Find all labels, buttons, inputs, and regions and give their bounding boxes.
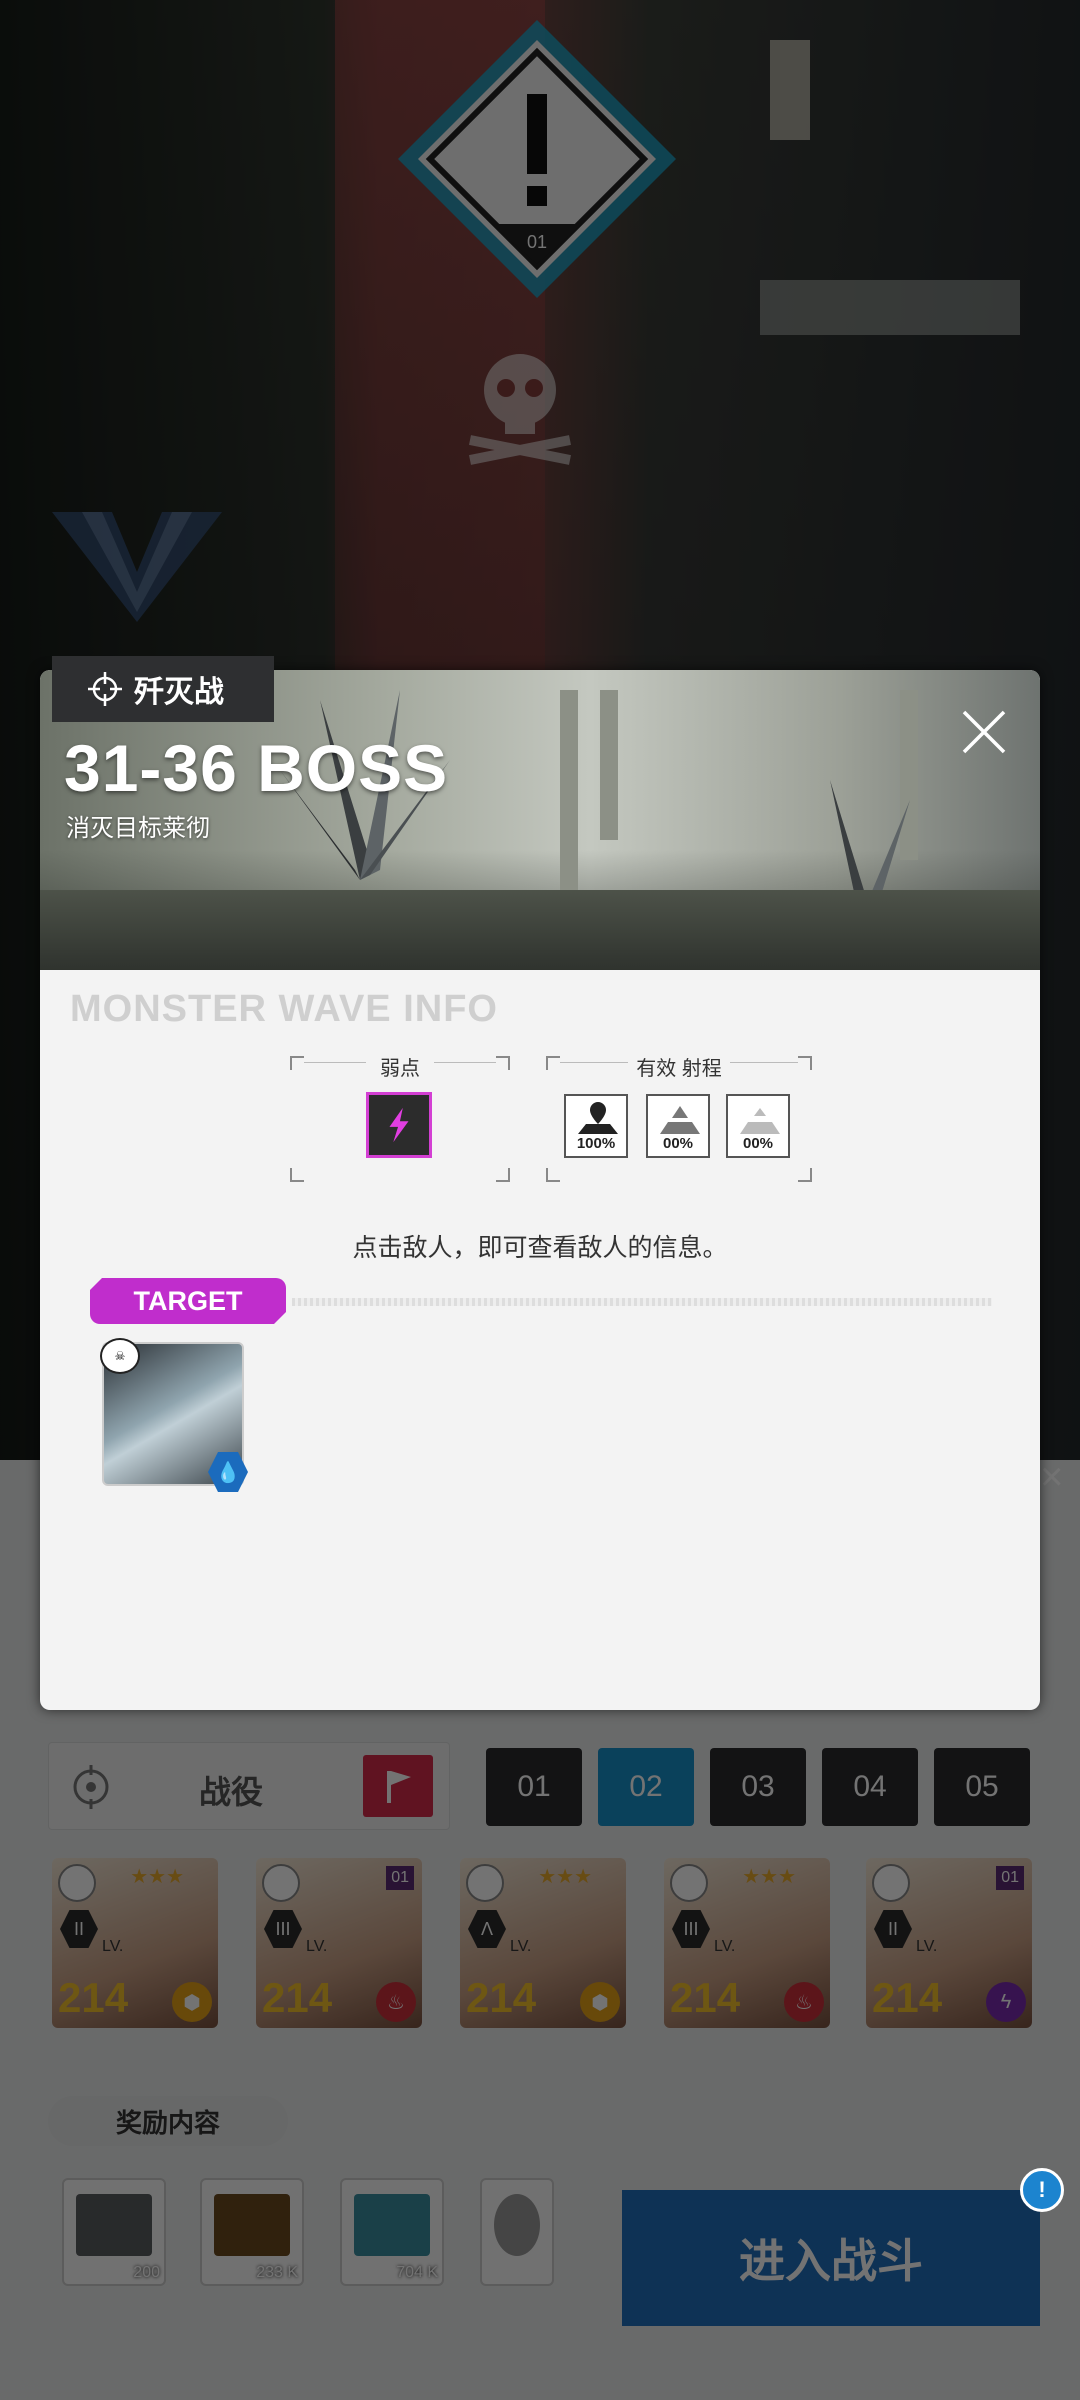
range-box: 有效 射程 100% 00% 00% <box>546 1056 812 1182</box>
reward-item-1[interactable]: 200 <box>62 2178 166 2286</box>
ruin-tower <box>600 690 618 840</box>
range-far-percent: 00% <box>742 1135 774 1152</box>
alert-icon: ! <box>1020 2168 1064 2212</box>
lv-label: LV. <box>714 1938 736 1955</box>
rank-badge: II <box>874 1910 912 1948</box>
weakness-box: 弱点 <box>290 1056 510 1182</box>
star-rating: ★★★ <box>538 1866 592 1888</box>
v-logo-icon <box>52 512 222 622</box>
battle-type-label: 歼灭战 <box>134 676 224 709</box>
lightning-icon <box>366 1092 432 1158</box>
crosshair-icon <box>73 1765 109 1809</box>
battle-type-tag: 歼灭战 <box>52 656 274 722</box>
character-level: 214 <box>262 1974 333 2021</box>
background-sign <box>770 40 810 140</box>
lv-label: LV. <box>916 1938 938 1955</box>
range-mid-icon: 00% <box>646 1094 710 1158</box>
rank-badge: III <box>264 1910 302 1948</box>
background-panel <box>760 280 1020 335</box>
character-card-3[interactable]: ★★★ Λ LV. 214 ⬢ <box>460 1858 626 2028</box>
lightning-icon: ϟ <box>986 1982 1026 2022</box>
boss-skull-icon: ☠ <box>100 1338 140 1374</box>
warning-icon: 01 <box>398 20 676 298</box>
character-card-5[interactable]: 01 II LV. 214 ϟ <box>866 1858 1032 2028</box>
class-icon <box>466 1864 504 1902</box>
character-card-1[interactable]: ★★★ II LV. 214 ⬢ <box>52 1858 218 2028</box>
banner-ground <box>40 890 1040 970</box>
battle-data-icon <box>354 2194 430 2256</box>
campaign-label: 战役 <box>199 1774 264 1810</box>
character-level: 214 <box>670 1974 741 2021</box>
weakness-label: 弱点 <box>380 1058 420 1080</box>
reward-count: 200 <box>133 2264 160 2281</box>
lv-label: LV. <box>510 1938 532 1955</box>
close-icon[interactable] <box>958 706 1010 758</box>
wave-tab-02[interactable]: 02 <box>598 1748 694 1826</box>
character-level: 214 <box>466 1974 537 2021</box>
stage-title: 31-36 BOSS <box>64 731 449 805</box>
lv-label: LV. <box>306 1938 328 1955</box>
rank-badge: III <box>672 1910 710 1948</box>
side-close-icon[interactable]: × <box>1040 1455 1080 1515</box>
element-icon: ⬢ <box>172 1982 212 2022</box>
wave-tab-03[interactable]: 03 <box>710 1748 806 1826</box>
range-near-icon: 100% <box>564 1094 628 1158</box>
reward-count: 233 K <box>256 2264 298 2281</box>
enemy-info-hint: 点击敌人，即可查看敌人的信息。 <box>352 1234 728 1262</box>
wave-tab-05[interactable]: 05 <box>934 1748 1030 1826</box>
range-far-icon: 00% <box>726 1094 790 1158</box>
ruin-tower <box>560 690 578 890</box>
warning-number: 01 <box>527 232 547 252</box>
reward-item-2[interactable]: 233 K <box>200 2178 304 2286</box>
crosshair-icon <box>88 672 122 706</box>
character-card-4[interactable]: ★★★ III LV. 214 ♨ <box>664 1858 830 2028</box>
rank-badge: II <box>60 1910 98 1948</box>
fire-icon: ♨ <box>784 1982 824 2022</box>
star-rating: ★★★ <box>130 1866 184 1888</box>
enemy-boss-card[interactable]: ☠ 💧 <box>100 1338 248 1492</box>
stage-subtitle: 消灭目标莱彻 <box>66 815 210 842</box>
class-icon <box>872 1864 910 1902</box>
target-divider <box>292 1298 992 1306</box>
reward-item-4[interactable] <box>480 2178 554 2286</box>
flag-icon <box>387 1771 411 1803</box>
reward-section-label: 奖励内容 <box>48 2096 288 2146</box>
flag-button[interactable] <box>363 1755 433 1817</box>
class-icon <box>670 1864 708 1902</box>
reward-count: 704 K <box>396 2264 438 2281</box>
character-badge: 01 <box>996 1866 1024 1890</box>
class-icon <box>58 1864 96 1902</box>
character-level: 214 <box>872 1974 943 2021</box>
range-label: 有效 射程 <box>636 1058 722 1080</box>
wave-tab-01[interactable]: 01 <box>486 1748 582 1826</box>
monster-wave-dialog: 31-36 BOSS 消灭目标莱彻 MONSTER WAVE INFO 弱点 有… <box>40 670 1040 1710</box>
reward-item-3[interactable]: 704 K <box>340 2178 444 2286</box>
character-card-2[interactable]: 01 III LV. 214 ♨ <box>256 1858 422 2028</box>
wave-tab-04[interactable]: 04 <box>822 1748 918 1826</box>
campaign-selector[interactable]: 战役 <box>48 1742 450 1830</box>
water-icon: 💧 <box>208 1452 248 1492</box>
character-level: 214 <box>58 1974 129 2021</box>
target-label: TARGET <box>90 1278 286 1324</box>
section-title: MONSTER WAVE INFO <box>70 988 498 1030</box>
supply-box-icon <box>76 2194 152 2256</box>
class-icon <box>262 1864 300 1902</box>
character-badge: 01 <box>386 1866 414 1890</box>
credit-card-icon <box>214 2194 290 2256</box>
star-rating: ★★★ <box>742 1866 796 1888</box>
range-near-percent: 100% <box>576 1135 616 1152</box>
range-mid-percent: 00% <box>662 1135 694 1152</box>
core-icon <box>494 2194 540 2256</box>
lv-label: LV. <box>102 1938 124 1955</box>
rank-badge: Λ <box>468 1910 506 1948</box>
fire-icon: ♨ <box>376 1982 416 2022</box>
element-icon: ⬢ <box>580 1982 620 2022</box>
skull-icon <box>469 354 571 465</box>
enter-battle-button[interactable]: 进入战斗 <box>622 2190 1040 2326</box>
